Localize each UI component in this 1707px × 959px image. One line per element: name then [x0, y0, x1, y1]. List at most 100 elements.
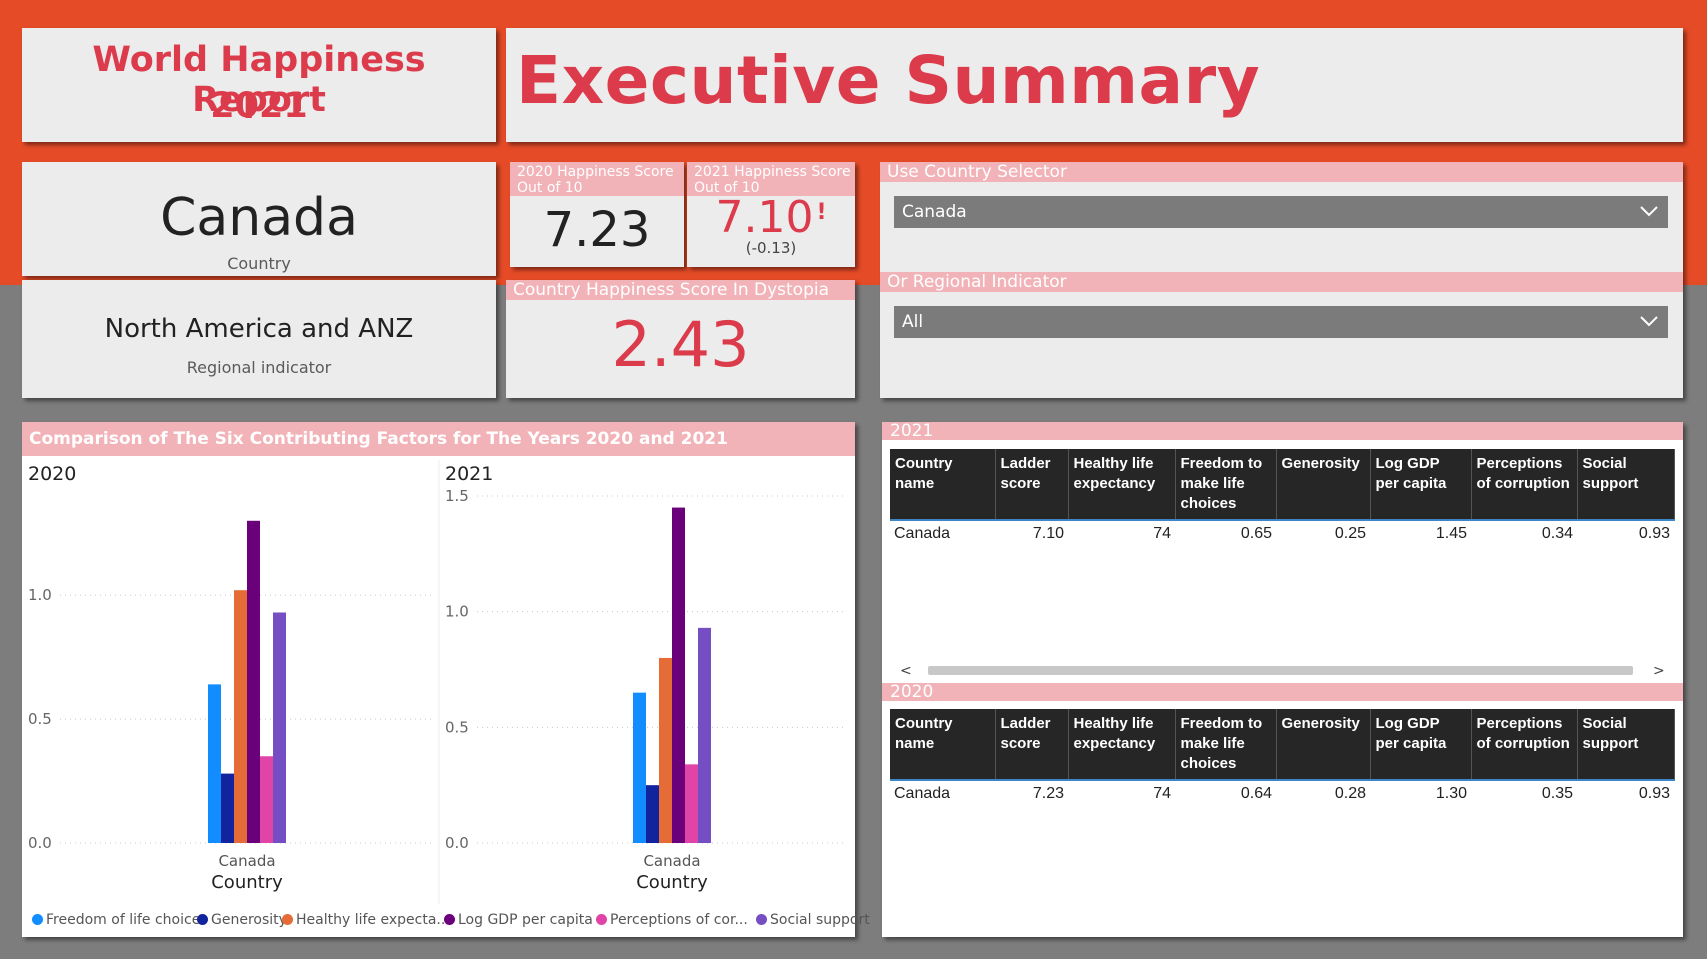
scrollbar-thumb	[928, 666, 1633, 675]
column-header[interactable]: Generosity	[1276, 449, 1371, 521]
x-tick-label: Canada	[643, 852, 700, 870]
bar-generosity	[646, 785, 659, 843]
region-selector-value: All	[902, 312, 924, 332]
column-header[interactable]: Social support	[1577, 709, 1675, 781]
region-value: North America and ANZ	[104, 314, 414, 344]
table-cell: Canada	[894, 525, 951, 542]
legend-label: Healthy life expecta...	[296, 912, 450, 928]
table-row[interactable]: Canada 7.10 74 0.65 0.25 1.45 0.34 0.93	[890, 520, 1674, 547]
bar-generosity	[221, 773, 234, 843]
column-header[interactable]: Healthy life expectancy	[1068, 449, 1176, 521]
legend-label: Freedom of life choices	[46, 912, 208, 928]
tables-card: 2021 Country name Ladder score Healthy lif…	[882, 422, 1683, 937]
legend-item[interactable]: Generosity	[197, 912, 287, 928]
chevron-down-icon	[1640, 206, 1658, 217]
chevron-down-icon	[1640, 316, 1658, 327]
column-header[interactable]: Perceptions of corruption	[1471, 449, 1578, 521]
table-2020-title: 2020	[882, 683, 1683, 701]
legend-dot-icon	[444, 914, 455, 925]
page-title: Executive Summary	[516, 42, 1261, 119]
table-cell: 0.93	[1638, 785, 1670, 802]
bar-perceptions-of-cor-	[685, 764, 698, 843]
country-selector-value: Canada	[902, 202, 967, 222]
country-label: Country	[227, 254, 291, 273]
y-tick-label: 0.5	[28, 710, 52, 728]
alert-icon: !	[816, 200, 827, 225]
kpi-2021-card: 2021 Happiness Score Out of 10 7.10! (-0…	[687, 162, 855, 267]
panel-title-2021: 2021	[445, 463, 493, 485]
column-header[interactable]: Ladder score	[995, 709, 1069, 781]
region-selector-dropdown[interactable]: All	[894, 306, 1668, 338]
table-cell: 7.10	[1032, 525, 1064, 542]
legend-label: Log GDP per capita	[458, 912, 593, 928]
column-header[interactable]: Freedom to make life choices	[1175, 709, 1277, 781]
bar-healthy-life-expecta-	[234, 590, 247, 843]
table-cell: 0.65	[1240, 525, 1272, 542]
legend-dot-icon	[596, 914, 607, 925]
table-cell: 0.28	[1334, 785, 1366, 802]
x-axis-label: Country	[636, 872, 708, 893]
scroll-left-icon: <	[900, 663, 912, 677]
y-tick-label: 0.5	[445, 718, 469, 736]
legend-label: Perceptions of cor...	[610, 912, 748, 928]
page-title-card: Executive Summary	[506, 28, 1683, 142]
column-header[interactable]: Generosity	[1276, 709, 1371, 781]
column-header[interactable]: Perceptions of corruption	[1471, 709, 1578, 781]
scroll-right-icon: >	[1653, 663, 1665, 677]
kpi-2020-card: 2020 Happiness Score Out of 10 7.23	[510, 162, 684, 267]
legend-item[interactable]: Perceptions of cor...	[596, 912, 748, 928]
report-title-card: World Happiness Report 2021	[22, 28, 496, 142]
country-value: Canada	[160, 188, 358, 248]
column-header[interactable]: Country name	[890, 449, 996, 521]
kpi-2020-value: 7.23	[543, 202, 651, 258]
x-axis-label: Country	[211, 872, 283, 893]
kpi-2021-title: 2021 Happiness Score Out of 10	[687, 162, 855, 196]
region-label: Regional indicator	[186, 358, 332, 377]
dystopia-title: Country Happiness Score In Dystopia	[506, 280, 855, 300]
kpi-2020-title: 2020 Happiness Score Out of 10	[510, 162, 684, 196]
dystopia-card: Country Happiness Score In Dystopia 2.43	[506, 280, 855, 398]
bar-social-support	[698, 627, 711, 843]
horizontal-scrollbar[interactable]: < >	[890, 662, 1672, 679]
table-cell: 74	[1153, 785, 1171, 802]
country-card: Canada Country	[22, 162, 496, 276]
bar-freedom-of-life-choices	[633, 692, 646, 843]
y-tick-label: 0.0	[28, 834, 52, 852]
legend-item[interactable]: Social support	[756, 912, 870, 928]
column-header[interactable]: Social support	[1577, 449, 1675, 521]
table-cell: 1.45	[1435, 525, 1467, 542]
column-header[interactable]: Country name	[890, 709, 996, 781]
y-tick-label: 1.5	[445, 487, 469, 505]
column-header[interactable]: Log GDP per capita	[1370, 449, 1472, 521]
column-header[interactable]: Freedom to make life choices	[1175, 449, 1277, 521]
bar-social-support	[273, 612, 286, 843]
bar-perceptions-of-cor-	[260, 756, 273, 843]
legend-item[interactable]: Freedom of life choices	[32, 912, 208, 928]
legend-item[interactable]: Healthy life expecta...	[282, 912, 450, 928]
chart-title: Comparison of The Six Contributing Facto…	[22, 422, 855, 456]
column-header[interactable]: Log GDP per capita	[1370, 709, 1472, 781]
region-card: North America and ANZ Regional indicator	[22, 280, 496, 398]
kpi-2021-delta: (-0.13)	[745, 239, 797, 257]
bar-log-gdp-per-capita	[247, 520, 260, 843]
table-cell: 7.23	[1032, 785, 1064, 802]
country-selector-dropdown[interactable]: Canada	[894, 196, 1668, 228]
legend-label: Generosity	[211, 912, 287, 928]
y-tick-label: 1.0	[445, 603, 469, 621]
column-header[interactable]: Healthy life expectancy	[1068, 709, 1176, 781]
table-row[interactable]: Canada 7.23 74 0.64 0.28 1.30 0.35 0.93	[890, 780, 1674, 807]
legend-item[interactable]: Log GDP per capita	[444, 912, 593, 928]
column-header[interactable]: Ladder score	[995, 449, 1069, 521]
bar-freedom-of-life-choices	[208, 684, 221, 843]
bar-log-gdp-per-capita	[672, 507, 685, 843]
slicer-panel: Use Country Selector Canada Or Regional …	[880, 162, 1683, 398]
table-2021: Country name Ladder score Healthy life exp…	[890, 449, 1675, 547]
legend-dot-icon	[282, 914, 293, 925]
table-cell: 1.30	[1435, 785, 1467, 802]
legend-dot-icon	[756, 914, 767, 925]
table-cell: 0.35	[1541, 785, 1573, 802]
country-selector-label: Use Country Selector	[880, 162, 1683, 182]
x-tick-label: Canada	[218, 852, 275, 870]
table-cell: 0.64	[1240, 785, 1272, 802]
legend-label: Social support	[770, 912, 870, 928]
